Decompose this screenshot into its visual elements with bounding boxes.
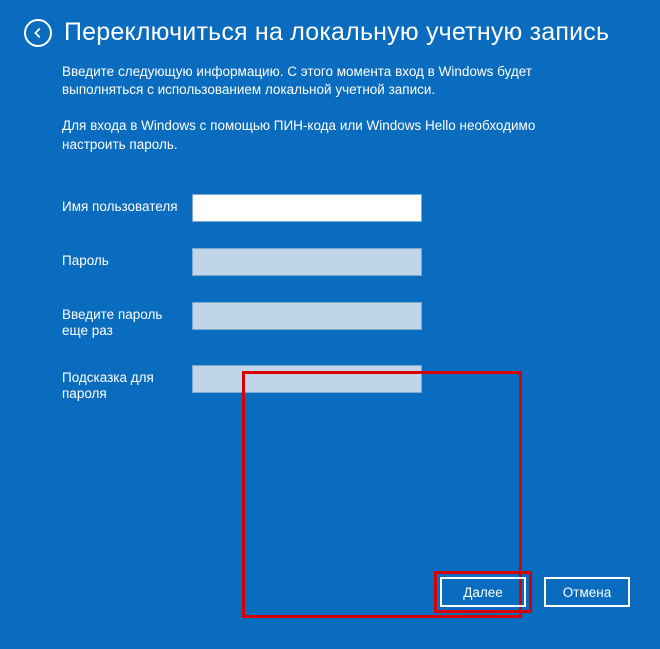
input-password[interactable] <box>192 248 422 276</box>
row-hint: Подсказка для пароля <box>62 365 598 402</box>
input-hint[interactable] <box>192 365 422 393</box>
page-title: Переключиться на локальную учетную запис… <box>64 18 609 47</box>
form-area: Имя пользователя Пароль Введите пароль е… <box>62 182 598 403</box>
arrow-left-icon <box>31 26 45 40</box>
intro-text: Введите следующую информацию. С этого мо… <box>62 63 598 99</box>
row-confirm: Введите пароль еще раз <box>62 302 598 339</box>
row-password: Пароль <box>62 248 598 276</box>
pin-note-text: Для входа в Windows с помощью ПИН-кода и… <box>62 117 598 153</box>
cancel-button[interactable]: Отмена <box>544 577 630 607</box>
input-confirm[interactable] <box>192 302 422 330</box>
back-button[interactable] <box>24 19 52 47</box>
highlight-box-next: Далее <box>434 571 532 613</box>
label-password: Пароль <box>62 248 192 269</box>
label-hint: Подсказка для пароля <box>62 365 192 402</box>
row-username: Имя пользователя <box>62 194 598 222</box>
label-confirm: Введите пароль еще раз <box>62 302 192 339</box>
next-button[interactable]: Далее <box>440 577 526 607</box>
header: Переключиться на локальную учетную запис… <box>0 0 660 55</box>
input-username[interactable] <box>192 194 422 222</box>
content: Введите следующую информацию. С этого мо… <box>0 63 660 403</box>
footer: Далее Отмена <box>434 571 630 613</box>
label-username: Имя пользователя <box>62 194 192 215</box>
